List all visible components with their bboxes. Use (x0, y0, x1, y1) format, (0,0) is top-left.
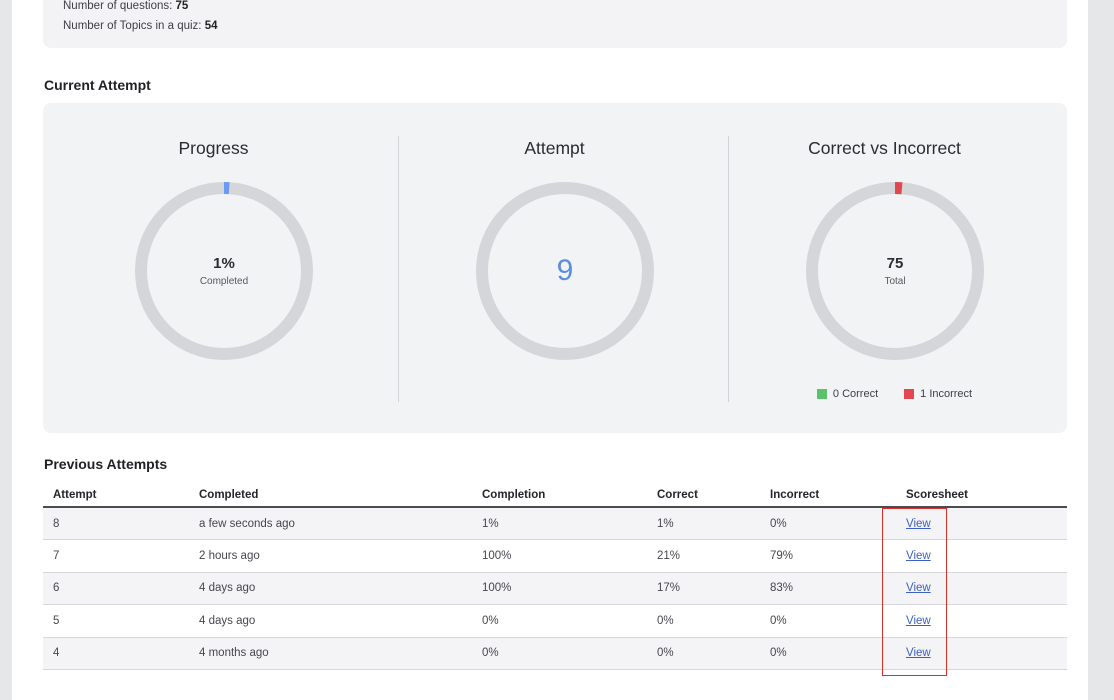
topics-count-value: 54 (204, 20, 218, 32)
correct-vs-incorrect-title: Correct vs Incorrect (808, 138, 961, 158)
right-gutter (1088, 0, 1114, 700)
cell-scoresheet: View (896, 637, 1067, 670)
column-header-completed: Completed (189, 483, 472, 508)
cell-completed: 4 days ago (189, 604, 472, 638)
cell-completed: 2 hours ago (189, 539, 472, 573)
cell-correct: 1% (647, 507, 760, 540)
cell-completed: 4 months ago (189, 637, 472, 670)
attempt-ring: 9 (474, 180, 656, 362)
cell-correct: 0% (647, 604, 760, 638)
progress-value: 1% (213, 255, 235, 272)
questions-count-label: Number of questions: (63, 0, 173, 12)
cell-correct: 0% (647, 637, 760, 670)
cell-scoresheet: View (896, 572, 1067, 605)
correct-vs-incorrect-panel: Correct vs Incorrect 75 Total 0 Correct (714, 103, 1055, 433)
table-row: 6 4 days ago 100% 17% 83% View (43, 572, 1067, 605)
table-row: 7 2 hours ago 100% 21% 79% View (43, 539, 1067, 573)
cell-scoresheet: View (896, 539, 1067, 573)
cell-attempt: 4 (43, 637, 189, 670)
cell-completion: 100% (472, 572, 647, 605)
cell-completed: 4 days ago (189, 572, 472, 605)
current-attempt-card: Progress 1% Completed Attempt 9 Correct … (43, 103, 1067, 433)
cell-scoresheet: View (896, 507, 1067, 540)
cell-completion: 100% (472, 539, 647, 573)
progress-caption: Completed (199, 276, 249, 287)
cell-attempt: 7 (43, 539, 189, 573)
column-header-completion: Completion (472, 483, 647, 508)
results-page: Number of questions: 75 Number of Topics… (12, 0, 1088, 700)
table-row: 4 4 months ago 0% 0% 0% View (43, 637, 1067, 670)
progress-title: Progress (178, 138, 249, 158)
previous-attempts-heading: Previous Attempts (44, 456, 168, 472)
progress-panel: Progress 1% Completed (43, 103, 384, 433)
cell-correct: 17% (647, 572, 760, 605)
cell-completed: a few seconds ago (189, 507, 472, 540)
cell-scoresheet: View (896, 604, 1067, 638)
table-row: 5 4 days ago 0% 0% 0% View (43, 604, 1067, 638)
questions-count-row: Number of questions: 75 (63, 0, 1047, 16)
column-header-attempt: Attempt (43, 483, 189, 508)
current-attempt-heading: Current Attempt (44, 77, 151, 93)
total-questions-value: 75 (886, 255, 904, 272)
cell-completion: 0% (472, 604, 647, 638)
cell-completion: 1% (472, 507, 647, 540)
questions-count-value: 75 (175, 0, 189, 12)
topics-count-label: Number of Topics in a quiz: (63, 20, 202, 32)
legend-incorrect: 1 Incorrect (904, 388, 972, 400)
attempt-number: 9 (556, 254, 574, 287)
cell-incorrect: 83% (760, 572, 896, 605)
previous-attempts-table-area: Attempt Completed Completion Correct Inc… (43, 483, 1067, 670)
table-header-row: Attempt Completed Completion Correct Inc… (43, 483, 1067, 508)
topics-count-row: Number of Topics in a quiz: 54 (63, 16, 1047, 36)
correct-incorrect-legend: 0 Correct 1 Incorrect (714, 388, 1055, 400)
view-scoresheet-link[interactable]: View (906, 582, 931, 594)
progress-ring: 1% Completed (133, 180, 315, 362)
cell-incorrect: 0% (760, 637, 896, 670)
attempt-title: Attempt (524, 138, 585, 158)
progress-ring-center: 1% Completed (133, 180, 315, 362)
correct-swatch (816, 389, 827, 399)
view-scoresheet-link[interactable]: View (906, 550, 931, 562)
previous-attempts-table: Attempt Completed Completion Correct Inc… (43, 483, 1067, 670)
quiz-summary-card: Number of questions: 75 Number of Topics… (43, 0, 1067, 48)
legend-incorrect-label: 1 Incorrect (920, 388, 973, 400)
cell-incorrect: 79% (760, 539, 896, 573)
attempt-ring-center: 9 (474, 180, 656, 362)
column-header-scoresheet: Scoresheet (896, 483, 1067, 508)
cell-completion: 0% (472, 637, 647, 670)
view-scoresheet-link[interactable]: View (906, 615, 931, 627)
cell-incorrect: 0% (760, 604, 896, 638)
column-header-incorrect: Incorrect (760, 483, 896, 508)
total-questions-caption: Total (884, 276, 906, 287)
cell-attempt: 8 (43, 507, 189, 540)
column-header-correct: Correct (647, 483, 760, 508)
table-row: 8 a few seconds ago 1% 1% 0% View (43, 507, 1067, 540)
cell-attempt: 5 (43, 604, 189, 638)
cell-incorrect: 0% (760, 507, 896, 540)
attempt-panel: Attempt 9 (384, 103, 725, 433)
legend-correct: 0 Correct (816, 388, 879, 400)
cell-correct: 21% (647, 539, 760, 573)
incorrect-swatch (904, 389, 915, 399)
view-scoresheet-link[interactable]: View (906, 518, 931, 530)
correct-vs-incorrect-ring-center: 75 Total (804, 180, 986, 362)
view-scoresheet-link[interactable]: View (906, 647, 931, 659)
cell-attempt: 6 (43, 572, 189, 605)
legend-correct-label: 0 Correct (832, 388, 879, 400)
correct-vs-incorrect-ring: 75 Total (804, 180, 986, 362)
